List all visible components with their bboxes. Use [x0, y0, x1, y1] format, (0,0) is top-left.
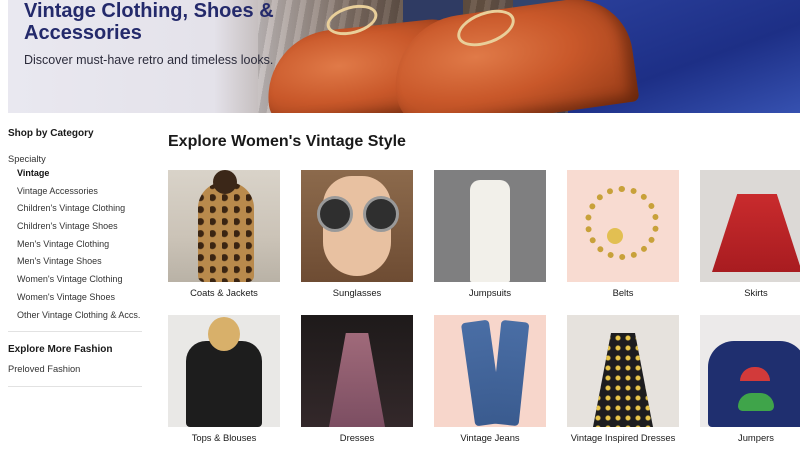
dresses-image[interactable] [301, 315, 413, 427]
sidebar-heading: Shop by Category [8, 128, 94, 139]
sidebar-item-mens-vintage-clothing[interactable]: Men's Vintage Clothing [0, 239, 150, 250]
tile-label[interactable]: Jumpsuits [434, 287, 546, 298]
tile-label[interactable]: Vintage Inspired Dresses [567, 432, 679, 443]
section-title: Explore Women's Vintage Style [168, 133, 406, 150]
tile-label[interactable]: Coats & Jackets [168, 287, 280, 298]
skirts-image[interactable] [700, 170, 800, 282]
sidebar-item-mens-vintage-shoes[interactable]: Men's Vintage Shoes [0, 256, 150, 267]
sidebar-item-childrens-vintage-shoes[interactable]: Children's Vintage Shoes [0, 221, 150, 232]
sidebar-heading-more-fashion: Explore More Fashion [8, 343, 113, 355]
tile-label[interactable]: Tops & Blouses [168, 432, 280, 443]
jumpsuits-image[interactable] [434, 170, 546, 282]
category-tile-sunglasses[interactable]: Sunglasses [301, 170, 413, 298]
sidebar-item-childrens-vintage-clothing[interactable]: Children's Vintage Clothing [0, 203, 150, 214]
sidebar-divider-bottom [8, 385, 142, 387]
sidebar-item-vintage[interactable]: Vintage [0, 168, 150, 179]
sidebar-item-womens-vintage-clothing[interactable]: Women's Vintage Clothing [0, 274, 150, 285]
hero-subtitle: Discover must-have retro and timeless lo… [24, 53, 274, 67]
tile-label[interactable]: Jumpers [700, 432, 800, 443]
category-tile-vintage-jeans[interactable]: Vintage Jeans [434, 315, 546, 443]
tile-label[interactable]: Vintage Jeans [434, 432, 546, 443]
hero-banner: Vintage Clothing, Shoes & Accessories Di… [8, 0, 800, 113]
category-tile-vintage-inspired-dresses[interactable]: Vintage Inspired Dresses [567, 315, 679, 443]
sidebar-divider [8, 330, 142, 332]
category-tile-dresses[interactable]: Dresses [301, 315, 413, 443]
category-tile-tops-blouses[interactable]: Tops & Blouses [168, 315, 280, 443]
belts-image[interactable] [567, 170, 679, 282]
hero-title: Vintage Clothing, Shoes & Accessories [24, 0, 274, 44]
tile-label[interactable]: Sunglasses [301, 287, 413, 298]
category-tile-jumpsuits[interactable]: Jumpsuits [434, 170, 546, 298]
category-tile-jumpers[interactable]: Jumpers [700, 315, 800, 443]
sidebar-section-specialty[interactable]: Specialty [0, 152, 150, 166]
tile-label[interactable]: Dresses [301, 432, 413, 443]
category-tile-coats-jackets[interactable]: Coats & Jackets [168, 170, 280, 298]
coats-jackets-image[interactable] [168, 170, 280, 282]
sidebar-item-other-vintage[interactable]: Other Vintage Clothing & Accs. [0, 310, 150, 321]
tile-label[interactable]: Belts [567, 287, 679, 298]
sunglasses-image[interactable] [301, 170, 413, 282]
category-tile-skirts[interactable]: Skirts [700, 170, 800, 298]
category-tile-belts[interactable]: Belts [567, 170, 679, 298]
vintage-inspired-dresses-image[interactable] [567, 315, 679, 427]
tile-label[interactable]: Skirts [700, 287, 800, 298]
sidebar-item-womens-vintage-shoes[interactable]: Women's Vintage Shoes [0, 292, 150, 303]
sidebar-category-list: Vintage Vintage Accessories Children's V… [0, 168, 150, 321]
tops-blouses-image[interactable] [168, 315, 280, 427]
sidebar-link-preloved-fashion[interactable]: Preloved Fashion [0, 362, 150, 376]
vintage-jeans-image[interactable] [434, 315, 546, 427]
category-sidebar: Shop by Category Specialty Vintage Vinta… [0, 126, 150, 387]
sidebar-item-vintage-accessories[interactable]: Vintage Accessories [0, 186, 150, 197]
jumpers-image[interactable] [700, 315, 800, 427]
